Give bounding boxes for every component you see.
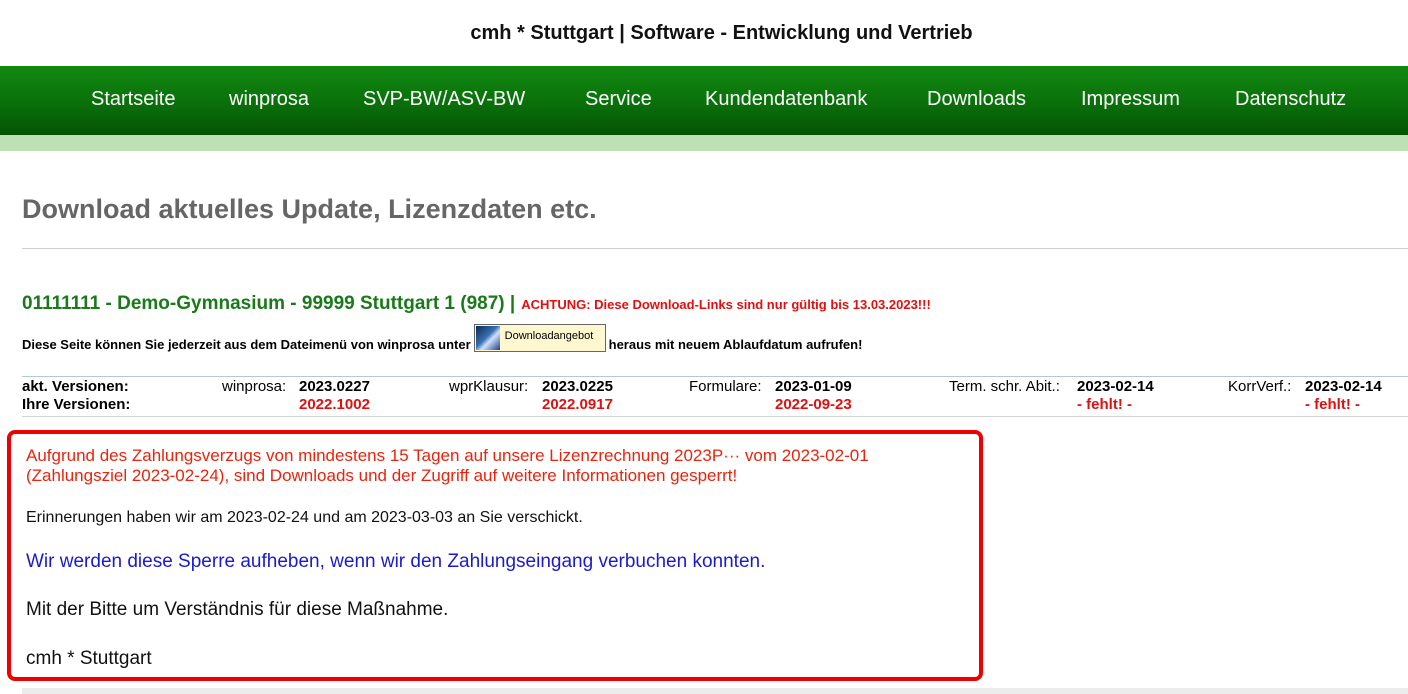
notice-overdue-line1: Aufgrund des Zahlungsverzugs von mindest… bbox=[26, 446, 869, 465]
nav-item-startseite[interactable]: Startseite bbox=[91, 88, 175, 111]
page-heading: Download aktuelles Update, Lizenzdaten e… bbox=[22, 194, 597, 224]
main-navigation: Startseite winprosa SVP-BW/ASV-BW Servic… bbox=[0, 66, 1408, 135]
notice-overdue-line2: (Zahlungsziel 2023-02-24), sind Download… bbox=[26, 466, 738, 485]
version-name-winprosa: winprosa: bbox=[222, 378, 287, 395]
your-versions-label: Ihre Versionen: bbox=[22, 396, 131, 413]
version-name-term-schr-abit: Term. schr. Abit.: bbox=[949, 378, 1060, 395]
version-current-winprosa: 2023.0227 bbox=[299, 378, 370, 395]
nav-accent-strip bbox=[0, 135, 1408, 151]
downloadangebot-button-label: Downloadangebot bbox=[504, 330, 594, 342]
version-current-wprklausur: 2023.0225 bbox=[542, 378, 613, 395]
nav-item-impressum[interactable]: Impressum bbox=[1081, 88, 1180, 111]
payment-block-notice: Aufgrund des Zahlungsverzugs von mindest… bbox=[7, 430, 983, 681]
nav-item-service[interactable]: Service bbox=[585, 88, 652, 111]
version-current-term-schr-abit: 2023-02-14 bbox=[1077, 378, 1154, 395]
version-yours-wprklausur: 2022.0917 bbox=[542, 396, 613, 413]
bottom-bar bbox=[22, 688, 1408, 694]
info-text-after: heraus mit neuem Ablaufdatum aufrufen! bbox=[608, 337, 863, 352]
heading-divider bbox=[22, 248, 1408, 249]
version-name-wprklausur: wprKlausur: bbox=[449, 378, 529, 395]
download-offer-icon bbox=[475, 326, 500, 350]
notice-reminder: Erinnerungen haben wir am 2023-02-24 und… bbox=[26, 509, 583, 526]
version-current-formulare: 2023-01-09 bbox=[775, 378, 852, 395]
site-title: cmh * Stuttgart | Software - Entwicklung… bbox=[470, 22, 973, 44]
notice-please-understand: Mit der Bitte um Verständnis für diese M… bbox=[26, 599, 449, 620]
version-name-formulare: Formulare: bbox=[689, 378, 762, 395]
nav-item-winprosa[interactable]: winprosa bbox=[229, 88, 309, 111]
versions-bottom-divider bbox=[22, 416, 1408, 417]
nav-item-datenschutz[interactable]: Datenschutz bbox=[1235, 88, 1346, 111]
version-yours-winprosa: 2022.1002 bbox=[299, 396, 370, 413]
version-yours-formulare: 2022-09-23 bbox=[775, 396, 852, 413]
notice-signature: cmh * Stuttgart bbox=[26, 648, 152, 669]
current-versions-label: akt. Versionen: bbox=[22, 378, 129, 395]
notice-lift-block: Wir werden diese Sperre aufheben, wenn w… bbox=[26, 551, 766, 572]
version-yours-term-schr-abit: - fehlt! - bbox=[1077, 396, 1132, 413]
link-validity-warning: ACHTUNG: Diese Download-Links sind nur g… bbox=[521, 297, 931, 312]
version-current-korrverf: 2023-02-14 bbox=[1305, 378, 1382, 395]
nav-item-downloads[interactable]: Downloads bbox=[927, 88, 1026, 111]
school-line: 01111111 - Demo-Gymnasium - 99999 Stuttg… bbox=[22, 293, 931, 315]
nav-item-kundendatenbank[interactable]: Kundendatenbank bbox=[705, 88, 867, 111]
info-text-before: Diese Seite können Sie jederzeit aus dem… bbox=[22, 337, 471, 352]
versions-top-divider bbox=[22, 376, 1408, 377]
downloadangebot-button[interactable]: Downloadangebot bbox=[473, 324, 606, 352]
download-info-line: Diese Seite können Sie jederzeit aus dem… bbox=[22, 322, 862, 352]
version-yours-korrverf: - fehlt! - bbox=[1305, 396, 1360, 413]
nav-item-svp-bw-asv-bw[interactable]: SVP-BW/ASV-BW bbox=[363, 88, 525, 111]
school-name: 01111111 - Demo-Gymnasium - 99999 Stuttg… bbox=[22, 293, 516, 314]
version-name-korrverf: KorrVerf.: bbox=[1228, 378, 1292, 395]
